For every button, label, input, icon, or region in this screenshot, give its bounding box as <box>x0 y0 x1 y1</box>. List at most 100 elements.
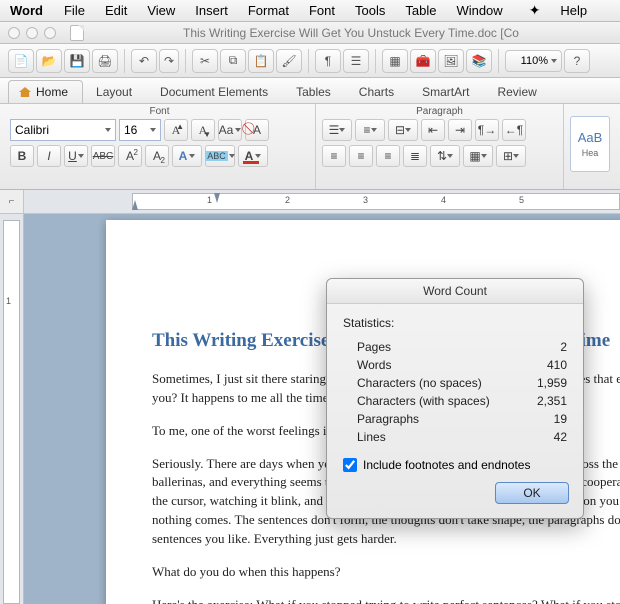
gallery-button[interactable]: ▦ <box>382 49 408 73</box>
tab-selector[interactable]: ⌐ <box>0 190 24 213</box>
close-window-icon[interactable] <box>8 27 20 39</box>
format-painter-button[interactable]: 🖌 <box>276 49 302 73</box>
paste-button[interactable]: 📋 <box>248 49 274 73</box>
numbering-button[interactable]: ≡ <box>355 119 385 141</box>
vertical-ruler[interactable]: 1 <box>0 214 24 604</box>
redo-button[interactable]: ↷ <box>159 49 179 73</box>
cut-button[interactable]: ✂ <box>192 49 218 73</box>
menu-format[interactable]: Format <box>239 3 298 18</box>
menu-view[interactable]: View <box>138 3 184 18</box>
ribbon-tabs: Home Layout Document Elements Tables Cha… <box>0 78 620 104</box>
include-footnotes-checkbox[interactable] <box>343 458 357 472</box>
tab-home[interactable]: Home <box>8 80 83 103</box>
increase-indent-button[interactable]: ⇥ <box>448 119 472 141</box>
chevron-down-icon <box>481 154 487 158</box>
chevron-down-icon <box>255 154 261 158</box>
menu-help[interactable]: Help <box>551 3 596 18</box>
horizontal-ruler[interactable]: 1 2 3 4 5 <box>24 190 620 213</box>
align-center-button[interactable]: ≡ <box>349 145 373 167</box>
align-right-button[interactable]: ≡ <box>376 145 400 167</box>
ok-button[interactable]: OK <box>495 482 569 504</box>
toolbox-button[interactable]: 🧰 <box>410 49 436 73</box>
text-effects-button[interactable]: A <box>172 145 202 167</box>
ltr-button[interactable]: ¶→ <box>475 119 499 141</box>
statistics-list: Pages2 Words410 Characters (no spaces)1,… <box>343 338 567 446</box>
dialog-title: Word Count <box>327 279 583 304</box>
font-color-button[interactable]: A <box>238 145 268 167</box>
align-left-button[interactable]: ≡ <box>322 145 346 167</box>
tab-review[interactable]: Review <box>486 80 551 103</box>
script-menu-icon[interactable]: ✦ <box>520 2 550 19</box>
stat-row-chars-nospace: Characters (no spaces)1,959 <box>357 374 567 392</box>
tab-layout[interactable]: Layout <box>85 80 147 103</box>
decrease-indent-button[interactable]: ⇤ <box>421 119 445 141</box>
chevron-down-icon <box>189 154 195 158</box>
shading-button[interactable]: ▦ <box>463 145 493 167</box>
change-case-button[interactable]: Aa <box>218 119 242 141</box>
copy-button[interactable]: ⧉ <box>220 49 246 73</box>
strikethrough-button[interactable]: ABC <box>91 145 115 167</box>
subscript-button[interactable]: A2 <box>145 145 169 167</box>
mac-menubar: Word File Edit View Insert Format Font T… <box>0 0 620 22</box>
bullets-button[interactable]: ☰ <box>322 119 352 141</box>
reference-button[interactable]: 📚 <box>466 49 492 73</box>
home-icon <box>19 87 31 97</box>
nav-pane-button[interactable]: ☰ <box>343 49 369 73</box>
menu-file[interactable]: File <box>55 3 94 18</box>
multilevel-button[interactable]: ⊟ <box>388 119 418 141</box>
menu-table[interactable]: Table <box>396 3 445 18</box>
menu-tools[interactable]: Tools <box>346 3 394 18</box>
chevron-down-icon <box>371 128 377 132</box>
underline-button[interactable]: U <box>64 145 88 167</box>
chevron-down-icon <box>78 154 84 158</box>
help-button[interactable]: ? <box>564 49 590 73</box>
style-preview[interactable]: AaB Hea <box>570 116 610 172</box>
font-name-select[interactable]: Calibri <box>10 119 116 141</box>
group-label-paragraph: Paragraph <box>322 106 557 117</box>
menu-insert[interactable]: Insert <box>186 3 237 18</box>
menu-font[interactable]: Font <box>300 3 344 18</box>
show-hide-button[interactable]: ¶ <box>315 49 341 73</box>
chevron-down-icon <box>229 154 235 158</box>
chevron-down-icon <box>339 128 345 132</box>
zoom-input[interactable] <box>510 55 548 67</box>
clear-formatting-button[interactable]: A⃠ <box>245 119 269 141</box>
include-footnotes-label: Include footnotes and endnotes <box>363 458 530 472</box>
stat-row-pages: Pages2 <box>357 338 567 356</box>
italic-button[interactable]: I <box>37 145 61 167</box>
chevron-down-icon <box>105 128 111 132</box>
document-paragraph[interactable]: Here's the exercise: What if you stopped… <box>152 596 620 604</box>
menu-edit[interactable]: Edit <box>96 3 136 18</box>
chevron-down-icon <box>150 128 156 132</box>
line-spacing-button[interactable]: ⇅ <box>430 145 460 167</box>
document-paragraph[interactable]: What do you do when this happens? <box>152 563 620 582</box>
open-button[interactable]: 📂 <box>36 49 62 73</box>
media-button[interactable]: 🖼 <box>438 49 464 73</box>
font-size-select[interactable]: 16 <box>119 119 161 141</box>
tab-tables[interactable]: Tables <box>285 80 346 103</box>
document-icon <box>70 25 84 41</box>
menu-window[interactable]: Window <box>447 3 511 18</box>
tab-document-elements[interactable]: Document Elements <box>149 80 283 103</box>
shrink-font-button[interactable]: A▼ <box>191 119 215 141</box>
tab-charts[interactable]: Charts <box>348 80 409 103</box>
zoom-control[interactable] <box>505 50 562 72</box>
minimize-window-icon[interactable] <box>26 27 38 39</box>
print-button[interactable]: 🖨 <box>92 49 118 73</box>
grow-font-button[interactable]: A▲ <box>164 119 188 141</box>
rtl-button[interactable]: ←¶ <box>502 119 526 141</box>
statistics-label: Statistics: <box>343 316 567 330</box>
superscript-button[interactable]: A2 <box>118 145 142 167</box>
new-doc-button[interactable]: 📄 <box>8 49 34 73</box>
zoom-window-icon[interactable] <box>44 27 56 39</box>
highlight-button[interactable]: ABC <box>205 145 235 167</box>
bold-button[interactable]: B <box>10 145 34 167</box>
chevron-down-icon <box>551 59 557 63</box>
tab-smartart[interactable]: SmartArt <box>411 80 484 103</box>
window-title: This Writing Exercise Will Get You Unstu… <box>90 26 612 40</box>
borders-button[interactable]: ⊞ <box>496 145 526 167</box>
stat-row-paragraphs: Paragraphs19 <box>357 410 567 428</box>
justify-button[interactable]: ≣ <box>403 145 427 167</box>
undo-button[interactable]: ↶ <box>131 49 157 73</box>
save-button[interactable]: 💾 <box>64 49 90 73</box>
